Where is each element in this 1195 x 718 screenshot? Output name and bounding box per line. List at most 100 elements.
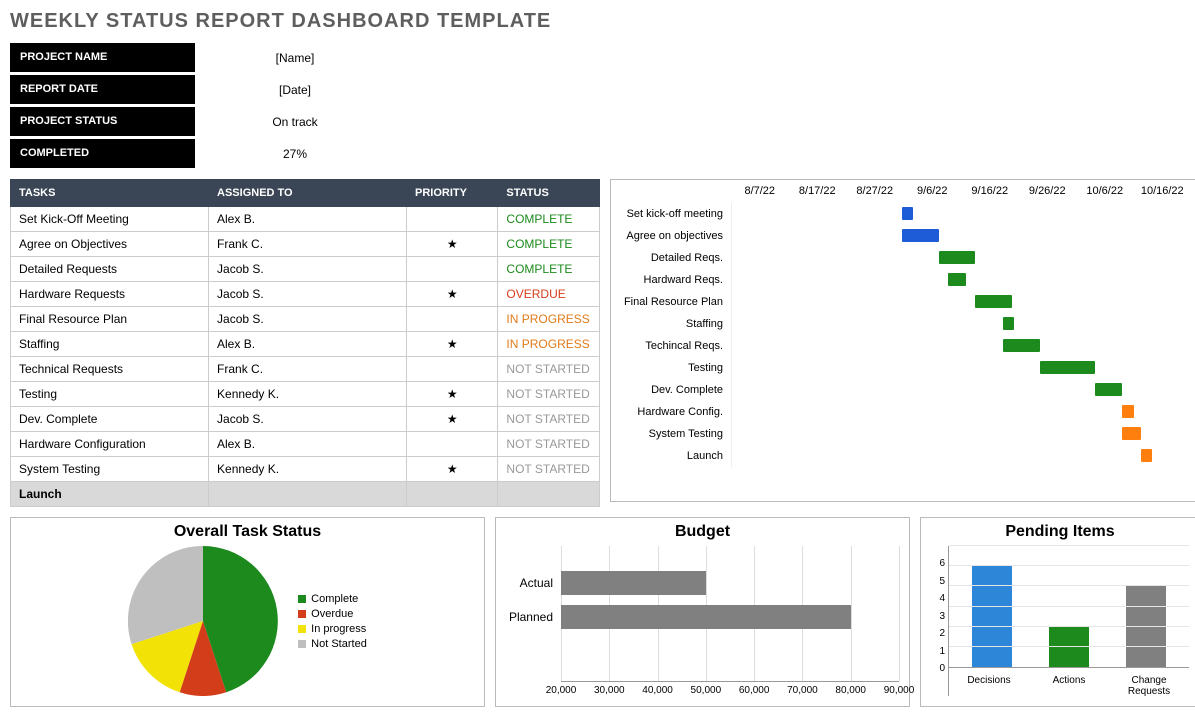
cell-priority: ★ — [407, 232, 498, 257]
gantt-date-label: 10/6/22 — [1076, 185, 1134, 197]
gantt-row: Final Resource Plan — [611, 291, 1191, 313]
legend-label: Not Started — [311, 638, 367, 650]
cell-priority: ★ — [407, 282, 498, 307]
cell-task: Launch — [11, 482, 209, 507]
cell-assigned: Kennedy K. — [209, 457, 407, 482]
gantt-row: Set kick-off meeting — [611, 203, 1191, 225]
pending-ytick: 1 — [931, 639, 948, 656]
cell-assigned: Alex B. — [209, 207, 407, 232]
table-row: Dev. Complete Jacob S. ★ NOT STARTED — [11, 407, 600, 432]
cell-assigned: Kennedy K. — [209, 382, 407, 407]
budget-tick: 80,000 — [835, 685, 866, 696]
pending-bar-item — [954, 546, 1030, 667]
cell-priority — [407, 307, 498, 332]
table-row: Technical Requests Frank C. NOT STARTED — [11, 357, 600, 382]
gantt-bar — [1122, 405, 1133, 418]
pie-legend-item: Overdue — [298, 608, 367, 620]
table-row: Testing Kennedy K. ★ NOT STARTED — [11, 382, 600, 407]
gantt-row: Launch — [611, 445, 1191, 467]
gantt-task-label: Set kick-off meeting — [611, 208, 731, 220]
gantt-date-axis: 8/7/228/17/228/27/229/6/229/16/229/26/22… — [731, 185, 1191, 197]
table-row: Set Kick-Off Meeting Alex B. COMPLETE — [11, 207, 600, 232]
cell-status: NOT STARTED — [498, 457, 600, 482]
th-assigned: ASSIGNED TO — [209, 180, 407, 207]
gantt-task-label: Final Resource Plan — [611, 296, 731, 308]
info-label-project-name: PROJECT NAME — [10, 43, 195, 73]
pending-xlabel: Decisions — [949, 675, 1028, 697]
gantt-bar — [1003, 317, 1014, 330]
cell-status: OVERDUE — [498, 282, 600, 307]
cell-priority — [407, 357, 498, 382]
gantt-task-label: Dev. Complete — [611, 384, 731, 396]
cell-priority — [407, 432, 498, 457]
cell-assigned: Jacob S. — [209, 257, 407, 282]
th-priority: PRIORITY — [407, 180, 498, 207]
project-info-block: PROJECT NAME [Name] REPORT DATE [Date] P… — [10, 43, 1185, 169]
gantt-task-label: Hardware Config. — [611, 406, 731, 418]
gantt-bar — [1122, 427, 1140, 440]
info-value-completed: 27% — [195, 139, 395, 169]
pending-bar-item — [1108, 546, 1184, 667]
budget-bar-actual — [561, 571, 706, 595]
cell-priority — [407, 207, 498, 232]
cell-task: Hardware Configuration — [11, 432, 209, 457]
gantt-task-label: Hardward Reqs. — [611, 274, 731, 286]
cell-task: Testing — [11, 382, 209, 407]
gantt-date-label: 8/17/22 — [789, 185, 847, 197]
gantt-date-label: 8/7/22 — [731, 185, 789, 197]
pending-bar — [1126, 586, 1166, 667]
gantt-task-label: Agree on objectives — [611, 230, 731, 242]
pending-ytick: 3 — [931, 604, 948, 621]
budget-tick: 30,000 — [594, 685, 625, 696]
cell-assigned: Frank C. — [209, 232, 407, 257]
gantt-panel: 8/7/228/17/228/27/229/6/229/16/229/26/22… — [610, 179, 1195, 502]
cell-priority: ★ — [407, 332, 498, 357]
gantt-date-label: 9/6/22 — [904, 185, 962, 197]
cell-assigned: Alex B. — [209, 432, 407, 457]
gantt-body: Set kick-off meeting Agree on objectives… — [611, 203, 1191, 467]
gantt-bar — [902, 229, 939, 242]
launch-row: Launch — [11, 482, 600, 507]
cell-task: Staffing — [11, 332, 209, 357]
cell-priority — [407, 257, 498, 282]
cell-priority: ★ — [407, 457, 498, 482]
budget-tick: 40,000 — [642, 685, 673, 696]
pie-title: Overall Task Status — [21, 523, 474, 541]
table-row: System Testing Kennedy K. ★ NOT STARTED — [11, 457, 600, 482]
tasks-panel: TASKS ASSIGNED TO PRIORITY STATUS Set Ki… — [10, 179, 600, 507]
cell-task: Final Resource Plan — [11, 307, 209, 332]
pending-ytick: 6 — [931, 552, 948, 569]
tasks-table: TASKS ASSIGNED TO PRIORITY STATUS Set Ki… — [10, 179, 600, 507]
gantt-task-label: Staffing — [611, 318, 731, 330]
pie-legend-item: In progress — [298, 623, 367, 635]
legend-swatch — [298, 625, 306, 633]
cell-status: IN PROGRESS — [498, 307, 600, 332]
table-row: Staffing Alex B. ★ IN PROGRESS — [11, 332, 600, 357]
table-row: Agree on Objectives Frank C. ★ COMPLETE — [11, 232, 600, 257]
cell-status: NOT STARTED — [498, 407, 600, 432]
info-value-project-name: [Name] — [195, 43, 395, 73]
pie-chart — [128, 546, 278, 696]
gantt-task-label: System Testing — [611, 428, 731, 440]
budget-label-planned: Planned — [506, 610, 561, 624]
gantt-bar — [948, 273, 966, 286]
cell-status: IN PROGRESS — [498, 332, 600, 357]
pending-ytick: 5 — [931, 569, 948, 586]
gantt-row: Dev. Complete — [611, 379, 1191, 401]
budget-x-axis: 20,00030,00040,00050,00060,00070,00080,0… — [561, 681, 899, 696]
gantt-bar — [939, 251, 976, 264]
gantt-bar — [1040, 361, 1095, 374]
budget-panel: Budget Actual Planned 20,00030,00040,000… — [495, 517, 910, 707]
cell-priority: ★ — [407, 382, 498, 407]
cell-task: System Testing — [11, 457, 209, 482]
pending-x-labels: DecisionsActionsChange Requests — [949, 675, 1189, 697]
pie-legend-item: Not Started — [298, 638, 367, 650]
gantt-bar — [1095, 383, 1123, 396]
gantt-row: Staffing — [611, 313, 1191, 335]
pending-ytick: 4 — [931, 587, 948, 604]
budget-tick: 20,000 — [546, 685, 577, 696]
cell-status: COMPLETE — [498, 207, 600, 232]
cell-assigned: Jacob S. — [209, 282, 407, 307]
cell-task: Agree on Objectives — [11, 232, 209, 257]
legend-swatch — [298, 640, 306, 648]
